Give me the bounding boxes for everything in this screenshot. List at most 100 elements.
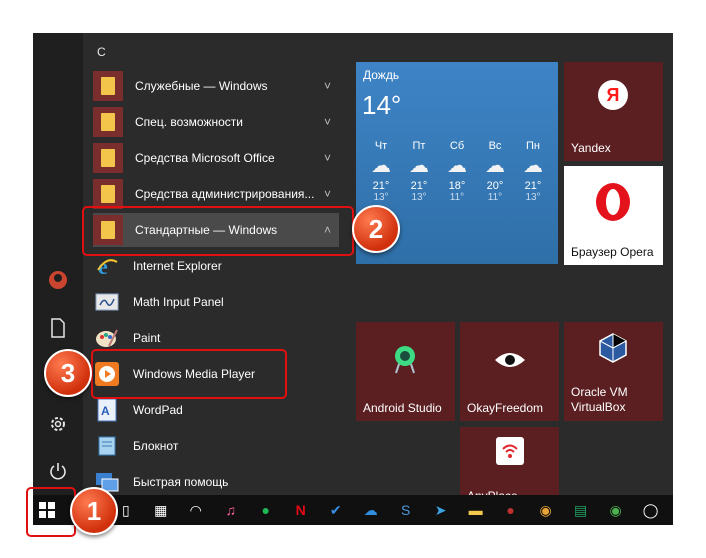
section-letter: С	[97, 45, 106, 59]
chevron-down-icon: ˅	[323, 151, 331, 165]
skype-icon[interactable]: S	[393, 495, 418, 525]
folder-icon	[93, 143, 123, 173]
forecast-high: 21°	[524, 180, 542, 192]
wordpad-icon: A	[93, 395, 121, 425]
cortana-icon[interactable]: ◠	[183, 495, 208, 525]
power-icon[interactable]	[45, 458, 71, 484]
forecast-day-label: Сб	[449, 140, 465, 152]
chevron-down-icon: ˅	[323, 115, 331, 129]
step-callout-2: 2	[352, 205, 400, 253]
highlight-standartnye	[82, 206, 354, 256]
sheets-icon[interactable]: ▤	[568, 495, 593, 525]
app-item-ms-office-tools[interactable]: Средства Microsoft Office ˅	[93, 141, 339, 175]
tiles-area: Дождь 14° Чт ☁ 21° 13° Пт ☁ 21° 13° Сб ☁	[356, 62, 668, 503]
android-studio-icon	[392, 344, 418, 377]
onedrive-icon[interactable]: ☁	[358, 495, 383, 525]
app-item-label: Средства администрирования...	[135, 187, 315, 201]
chevron-down-icon: ˅	[323, 187, 331, 201]
opera-logo-icon	[594, 182, 632, 222]
weather-temp: 14°	[362, 90, 402, 120]
rain-cloud-icon: ☁	[371, 155, 391, 177]
forecast-day: Сб ☁ 18° 11°	[438, 140, 476, 203]
forecast-day-label: Пт	[412, 140, 426, 152]
android-studio-tile[interactable]: Android Studio	[356, 322, 455, 421]
svg-text:e: e	[98, 254, 108, 278]
app-icon[interactable]: ●	[498, 495, 523, 525]
forecast-low: 11°	[487, 192, 503, 203]
rain-cloud-icon: ☁	[523, 155, 543, 177]
folder-icon	[93, 71, 123, 101]
app-list: С Служебные — Windows ˅ Спец. возможност…	[83, 33, 345, 495]
calculator-icon[interactable]: ▦	[148, 495, 173, 525]
weather-condition: Дождь	[363, 68, 400, 82]
virtualbox-tile[interactable]: Oracle VM VirtualBox	[564, 322, 663, 421]
chevron-down-icon: ˅	[323, 79, 331, 93]
app-item-spec-vozmozhnosti[interactable]: Спец. возможности ˅	[93, 105, 339, 139]
forecast-high: 21°	[410, 180, 428, 192]
app-item-label: Paint	[133, 331, 161, 345]
app-item-label: Math Input Panel	[133, 295, 224, 309]
forecast-low: 11°	[449, 192, 465, 203]
math-input-icon	[93, 287, 121, 317]
start-rail	[33, 33, 83, 495]
forecast-day: Вс ☁ 20° 11°	[476, 140, 514, 203]
weather-forecast: Чт ☁ 21° 13° Пт ☁ 21° 13° Сб ☁ 18° 11° В…	[362, 140, 552, 203]
cloud-icon: ☁	[409, 155, 429, 177]
app-item-quick-assist[interactable]: Быстрая помощь	[93, 465, 339, 499]
forecast-low: 13°	[373, 192, 389, 203]
itunes-icon[interactable]: ♫	[218, 495, 243, 525]
app-item-sluzhebnye[interactable]: Служебные — Windows ˅	[93, 69, 339, 103]
tile-label: Браузер Opera	[571, 245, 654, 259]
documents-icon[interactable]	[45, 315, 71, 341]
folder-icon	[93, 179, 123, 209]
netflix-icon[interactable]: N	[288, 495, 313, 525]
eye-icon	[494, 350, 526, 373]
app-item-label: Быстрая помощь	[133, 475, 229, 489]
app-icon[interactable]: ◯	[638, 495, 663, 525]
forecast-low: 13°	[525, 192, 541, 203]
forecast-day: Чт ☁ 21° 13°	[362, 140, 400, 203]
app-item-label: Блокнот	[133, 439, 179, 453]
svg-text:A: A	[101, 404, 110, 418]
step-callout-1: 1	[70, 487, 118, 535]
forecast-high: 21°	[372, 180, 390, 192]
file-explorer-icon[interactable]: ▬	[463, 495, 488, 525]
rain-cloud-icon: ☁	[485, 155, 505, 177]
highlight-media-player	[91, 349, 287, 399]
virtualbox-icon	[598, 332, 628, 367]
tile-label: Yandex	[571, 141, 611, 155]
yandex-tile[interactable]: Я Yandex	[564, 62, 663, 161]
forecast-day-label: Чт	[374, 140, 388, 152]
app-item-label: Internet Explorer	[133, 259, 222, 273]
settings-gear-icon[interactable]	[45, 411, 71, 437]
highlight-start-button	[26, 487, 76, 537]
wifi-icon	[496, 437, 524, 465]
tile-label: Android Studio	[363, 401, 442, 415]
okayfreedom-tile[interactable]: OkayFreedom	[460, 322, 559, 421]
chrome-canary-icon[interactable]: ◉	[533, 495, 558, 525]
app-item-label: Служебные — Windows	[135, 79, 268, 93]
start-menu: С Служебные — Windows ˅ Спец. возможност…	[33, 33, 673, 525]
app-item-label: Спец. возможности	[135, 115, 243, 129]
forecast-day: Пн ☁ 21° 13°	[514, 140, 552, 203]
telegram-icon[interactable]: ➤	[428, 495, 453, 525]
todo-check-icon[interactable]: ✔	[323, 495, 348, 525]
anyplace-tile[interactable]: AnyPlace	[460, 427, 559, 503]
rain-cloud-icon: ☁	[447, 155, 467, 177]
app-item-math-input-panel[interactable]: Math Input Panel	[93, 285, 339, 319]
tile-label: OkayFreedom	[467, 401, 544, 415]
forecast-high: 20°	[486, 180, 504, 192]
forecast-day-label: Пн	[526, 140, 540, 152]
forecast-high: 18°	[448, 180, 466, 192]
forecast-low: 13°	[411, 192, 427, 203]
chrome-icon[interactable]: ◉	[603, 495, 628, 525]
tile-label: Oracle VM VirtualBox	[571, 385, 628, 414]
user-avatar-icon[interactable]	[45, 267, 71, 293]
folder-icon	[93, 107, 123, 137]
opera-tile[interactable]: Браузер Opera	[564, 166, 663, 265]
app-item-notepad[interactable]: Блокнот	[93, 429, 339, 463]
yandex-logo-icon: Я	[598, 80, 628, 110]
taskbar: ▯ ▦ ◠ ♫ ● N ✔ ☁ S ➤ ▬ ● ◉ ▤ ◉ ◯	[33, 495, 673, 525]
notepad-icon	[93, 431, 121, 461]
spotify-icon[interactable]: ●	[253, 495, 278, 525]
